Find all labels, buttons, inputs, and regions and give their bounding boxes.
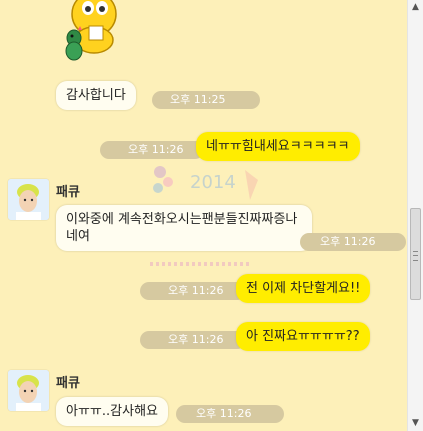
grip-icon <box>413 251 418 261</box>
message-text: 전 이제 차단할게요!! <box>246 281 361 296</box>
decoration-text: 2014 <box>190 172 236 193</box>
message-text: 이와중에 계속전화오시는팬분들진짜짜증나네여 <box>66 212 298 244</box>
message-time: 오후 11:26 <box>140 331 246 349</box>
avatar[interactable] <box>8 179 49 220</box>
message-time: 오후 11:26 <box>176 405 284 423</box>
sender-name: 패큐 <box>56 376 80 391</box>
scrollbar-thumb[interactable] <box>410 208 421 300</box>
scrollbar[interactable]: ▲ ▼ <box>407 0 423 431</box>
message-text: 감사합니다 <box>66 88 126 103</box>
message-text: 네ㅠㅠ힘내세요ㅋㅋㅋㅋㅋ <box>206 139 350 154</box>
profile-photo-icon <box>8 370 49 411</box>
message-time: 오후 11:26 <box>140 282 246 300</box>
scroll-down-arrow-icon[interactable]: ▼ <box>408 416 423 431</box>
decoration-dots <box>150 262 250 266</box>
message-time: 오후 11:26 <box>300 233 406 251</box>
message-bubble-outgoing[interactable]: 네ㅠㅠ힘내세요ㅋㅋㅋㅋㅋ <box>196 132 360 161</box>
chat-area[interactable]: 2014 감사합니다 오후 11:25 오후 11:26 네ㅠㅠ힘내세요ㅋㅋㅋㅋ… <box>0 0 407 431</box>
message-text: 아ㅠㅠ..감사해요 <box>66 404 158 419</box>
sender-name: 패큐 <box>56 185 80 200</box>
scroll-up-arrow-icon[interactable]: ▲ <box>408 0 423 15</box>
message-bubble-incoming[interactable]: 감사합니다 <box>56 81 136 110</box>
message-bubble-incoming[interactable]: 이와중에 계속전화오시는팬분들진짜짜증나네여 <box>56 205 312 251</box>
avatar[interactable] <box>8 370 49 411</box>
message-time: 오후 11:25 <box>152 91 260 109</box>
message-bubble-incoming[interactable]: 아ㅠㅠ..감사해요 <box>56 397 168 426</box>
profile-photo-icon <box>8 179 49 220</box>
message-time: 오후 11:26 <box>100 141 204 159</box>
mascot-sticker-icon <box>65 0 117 61</box>
message-bubble-outgoing[interactable]: 전 이제 차단할게요!! <box>236 274 371 303</box>
message-text: 아 진짜요ㅠㅠㅠㅠ?? <box>246 329 360 344</box>
message-bubble-outgoing[interactable]: 아 진짜요ㅠㅠㅠㅠ?? <box>236 322 370 351</box>
